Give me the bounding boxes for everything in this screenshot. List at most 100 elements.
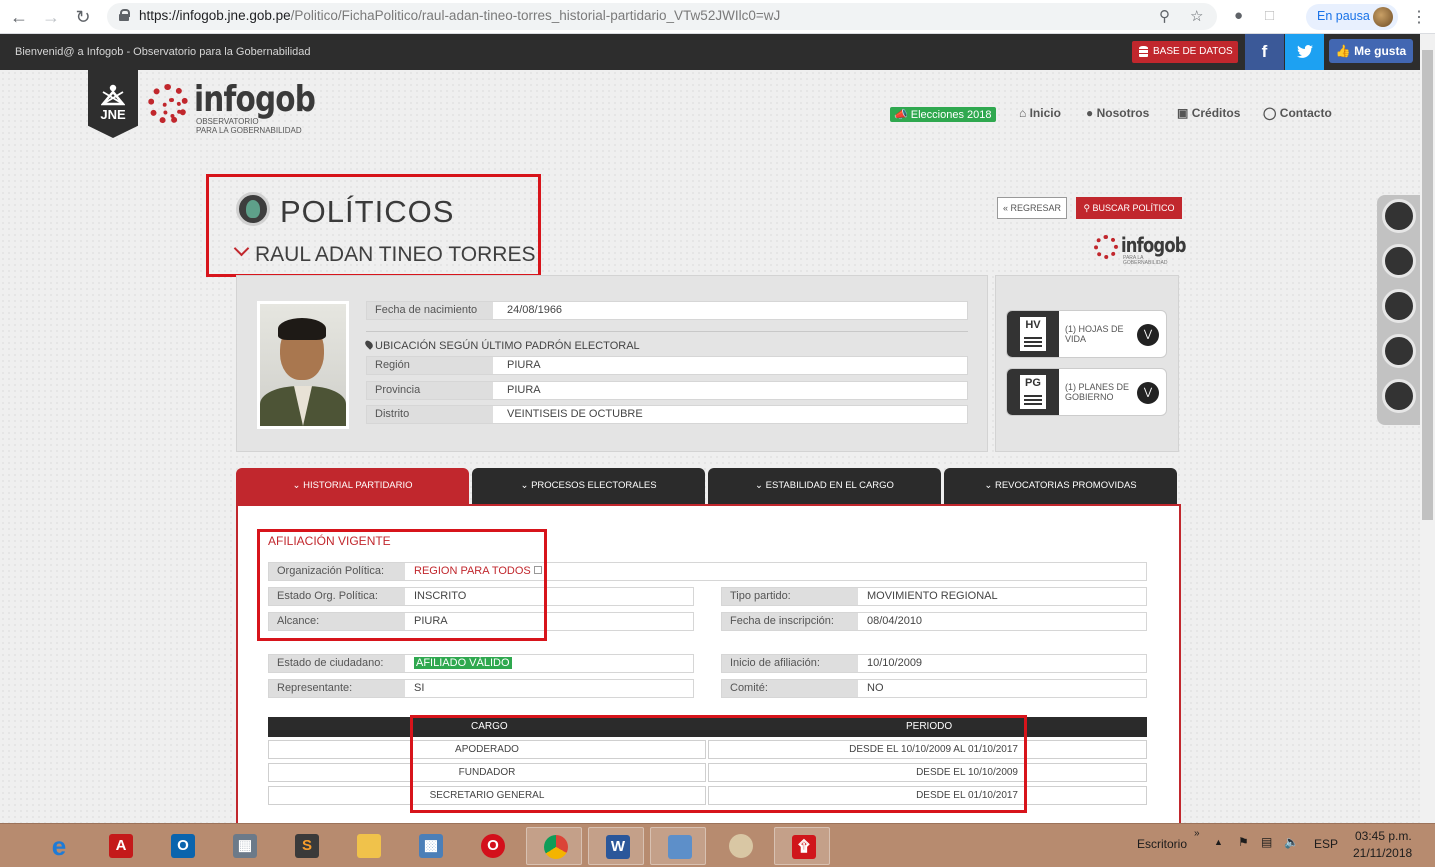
district-row: Distrito VEINTISEIS DE OCTUBRE bbox=[366, 405, 968, 424]
birth-date-row: Fecha de nacimiento 24/08/1966 bbox=[366, 301, 968, 320]
nav-about[interactable]: ● Nosotros bbox=[1086, 106, 1149, 120]
birth-date-value: 24/08/1966 bbox=[507, 304, 563, 316]
url-text[interactable]: https://infogob.jne.gob.pe/Politico/Fich… bbox=[139, 8, 780, 23]
desktop-toolbar-label[interactable]: Escritorio bbox=[1137, 837, 1187, 851]
table-highlight-box bbox=[410, 715, 1027, 813]
lock-icon bbox=[119, 9, 130, 21]
tab-procesos-electorales[interactable]: ⌄ PROCESOS ELECTORALES bbox=[472, 468, 705, 504]
side-tools bbox=[1377, 195, 1420, 425]
page-title: POLÍTICOS bbox=[280, 194, 455, 229]
affiliation-start-row: Inicio de afiliación: 10/10/2009 bbox=[721, 654, 1147, 673]
database-tool-icon[interactable] bbox=[1382, 379, 1416, 413]
government-plans-label: (1) PLANES DE GOBIERNO bbox=[1065, 382, 1130, 402]
reports-tool-icon[interactable] bbox=[1382, 334, 1416, 368]
citizen-status-row: Estado de ciudadano: AFILIADO VÁLIDO bbox=[268, 654, 694, 673]
network-tray-icon[interactable]: ▤ bbox=[1261, 835, 1272, 849]
zoom-icon[interactable]: ⚲ bbox=[1159, 7, 1170, 25]
bookmark-star-icon[interactable]: ☆ bbox=[1190, 7, 1203, 25]
divider bbox=[366, 331, 968, 332]
nav-home[interactable]: ⌂ Inicio bbox=[1019, 106, 1061, 120]
pause-label: En pausa bbox=[1317, 9, 1370, 23]
language-indicator[interactable]: ESP bbox=[1314, 837, 1338, 851]
address-bar[interactable]: https://infogob.jne.gob.pe/Politico/Fich… bbox=[107, 3, 1217, 30]
representative-row: Representante: SI bbox=[268, 679, 694, 698]
acrobat-icon[interactable]: ۩ bbox=[774, 827, 830, 865]
scrollbar-thumb[interactable] bbox=[1422, 50, 1433, 520]
word-icon[interactable]: W bbox=[588, 827, 644, 865]
page-scrollbar[interactable] bbox=[1420, 34, 1435, 823]
map-tool-icon[interactable] bbox=[1382, 199, 1416, 233]
profile-pause-button[interactable]: En pausa bbox=[1306, 4, 1398, 30]
documents-panel: HV (1) HOJAS DE VIDA ⋁ PG (1) PLANES DE … bbox=[995, 275, 1179, 452]
network-icon[interactable]: ▩ bbox=[402, 827, 458, 865]
welcome-text: Bienvenid@ a Infogob - Observatorio para… bbox=[15, 46, 311, 58]
avatar bbox=[1373, 7, 1393, 27]
camera-icon: ▣ bbox=[1177, 106, 1189, 120]
chevron-down-icon[interactable]: ⋁ bbox=[1137, 382, 1159, 404]
resume-doc-icon: HV bbox=[1007, 311, 1059, 357]
extension-bulb-icon[interactable]: ● bbox=[1234, 7, 1243, 24]
photo-viewer-icon[interactable] bbox=[650, 827, 706, 865]
volume-icon[interactable]: 🔈 bbox=[1284, 835, 1299, 849]
chrome-icon[interactable] bbox=[526, 827, 582, 865]
home-icon: ⌂ bbox=[1019, 106, 1027, 120]
government-plans-card[interactable]: PG (1) PLANES DE GOBIERNO ⋁ bbox=[1006, 368, 1167, 416]
twitter-icon bbox=[1296, 45, 1313, 58]
status-badge: AFILIADO VÁLIDO bbox=[414, 657, 512, 669]
database-button[interactable]: BASE DE DATOS bbox=[1132, 41, 1238, 63]
like-label: Me gusta bbox=[1354, 44, 1407, 58]
infogob-logo-mark[interactable] bbox=[148, 84, 188, 124]
browser-menu-icon[interactable]: ⋮ bbox=[1411, 7, 1427, 27]
resume-card[interactable]: HV (1) HOJAS DE VIDA ⋁ bbox=[1006, 310, 1167, 358]
infogob-logo-subtitle: OBSERVATORIO PARA LA GOBERNABILIDAD bbox=[196, 117, 302, 135]
nav-contact[interactable]: ◯ Contacto bbox=[1263, 106, 1332, 120]
page-content: JNE infogob OBSERVATORIO PARA LA GOBERNA… bbox=[0, 70, 1420, 823]
people-icon bbox=[101, 84, 125, 106]
action-center-flag-icon[interactable]: ⚑ bbox=[1238, 835, 1249, 849]
ballot-tool-icon[interactable] bbox=[1382, 289, 1416, 323]
extension-pdf-icon[interactable]: □ bbox=[1265, 7, 1274, 24]
outlook-icon[interactable]: O bbox=[154, 827, 210, 865]
tab-estabilidad-cargo[interactable]: ⌄ ESTABILIDAD EN EL CARGO bbox=[708, 468, 941, 504]
back-arrow-icon[interactable]: ← bbox=[8, 6, 30, 28]
tray-arrow-icon[interactable]: ▲ bbox=[1214, 837, 1223, 847]
politicians-icon bbox=[236, 192, 270, 226]
opera-icon[interactable]: O bbox=[464, 827, 520, 865]
nav-credits[interactable]: ▣ Créditos bbox=[1177, 106, 1240, 120]
location-heading: UBICACIÓN SEGÚN ÚLTIMO PADRÓN ELECTORAL bbox=[363, 339, 640, 352]
chevron-down-icon[interactable]: ⋁ bbox=[1137, 324, 1159, 346]
clock-date[interactable]: 21/11/2018 bbox=[1353, 846, 1412, 860]
paint-icon[interactable] bbox=[712, 827, 768, 865]
file-explorer-icon[interactable] bbox=[340, 827, 396, 865]
tab-revocatorias[interactable]: ⌄ REVOCATORIAS PROMOVIDAS bbox=[944, 468, 1177, 504]
politician-name: RAUL ADAN TINEO TORRES bbox=[255, 243, 536, 266]
parties-tool-icon[interactable] bbox=[1382, 244, 1416, 278]
affiliation-highlight-box bbox=[257, 529, 547, 641]
forward-arrow-icon[interactable]: → bbox=[40, 6, 62, 28]
site-topbar: Bienvenid@ a Infogob - Observatorio para… bbox=[0, 34, 1420, 70]
tab-historial-partidario[interactable]: ⌄ HISTORIAL PARTIDARIO bbox=[236, 468, 469, 504]
clock-time[interactable]: 03:45 p.m. bbox=[1355, 829, 1412, 843]
calculator-icon[interactable]: ▦ bbox=[216, 827, 272, 865]
infogob-logo-text[interactable]: infogob bbox=[194, 79, 316, 120]
jne-logo[interactable]: JNE bbox=[88, 70, 138, 138]
search-politician-button[interactable]: ⚲ BUSCAR POLÍTICO bbox=[1076, 197, 1182, 219]
twitter-button[interactable] bbox=[1285, 34, 1324, 70]
politician-photo bbox=[257, 301, 349, 429]
nav-elections[interactable]: 📣 Elecciones 2018 bbox=[890, 107, 996, 122]
expand-icon[interactable]: » bbox=[1194, 828, 1200, 839]
facebook-button[interactable]: f bbox=[1245, 34, 1284, 70]
jne-label: JNE bbox=[100, 107, 126, 122]
ie-icon[interactable]: e bbox=[30, 827, 86, 865]
sublime-icon[interactable]: S bbox=[278, 827, 334, 865]
like-button[interactable]: 👍 Me gusta bbox=[1329, 39, 1413, 63]
reload-icon[interactable]: ↻ bbox=[72, 6, 94, 28]
autocad-icon[interactable]: A bbox=[92, 827, 148, 865]
province-row: Provincia PIURA bbox=[366, 381, 968, 400]
registration-date-row: Fecha de inscripción: 08/04/2010 bbox=[721, 612, 1147, 631]
back-button[interactable]: « REGRESAR bbox=[997, 197, 1067, 219]
party-type-row: Tipo partido: MOVIMIENTO REGIONAL bbox=[721, 587, 1147, 606]
map-pin-icon bbox=[363, 339, 375, 350]
chat-icon: ◯ bbox=[1263, 106, 1277, 120]
plan-doc-icon: PG bbox=[1007, 369, 1059, 415]
